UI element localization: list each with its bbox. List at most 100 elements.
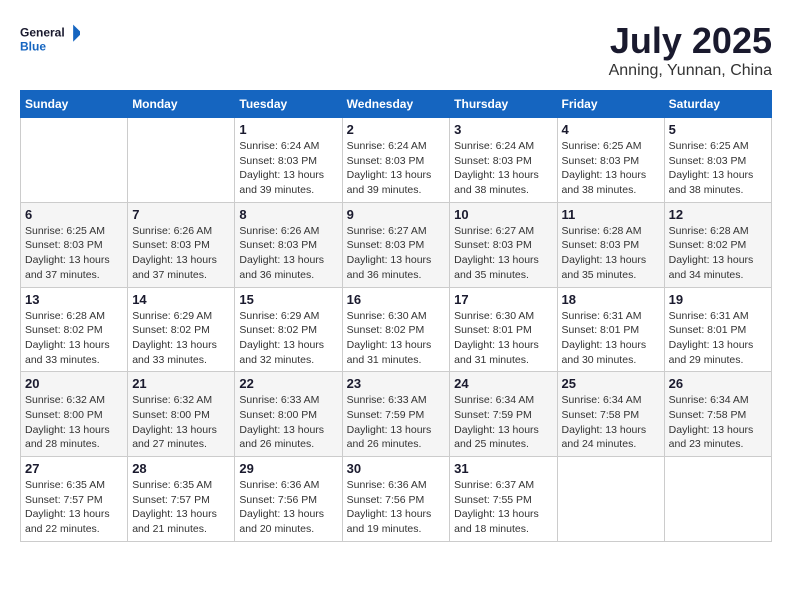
calendar-table: SundayMondayTuesdayWednesdayThursdayFrid…	[20, 90, 772, 542]
day-info: Sunrise: 6:36 AM Sunset: 7:56 PM Dayligh…	[347, 478, 446, 537]
day-number: 17	[454, 292, 552, 307]
location: Anning, Yunnan, China	[609, 62, 772, 80]
weekday-header-friday: Friday	[557, 91, 664, 118]
calendar-cell: 20 Sunrise: 6:32 AM Sunset: 8:00 PM Dayli…	[21, 372, 128, 457]
day-number: 24	[454, 376, 552, 391]
day-info: Sunrise: 6:24 AM Sunset: 8:03 PM Dayligh…	[454, 139, 552, 198]
week-row-1: 1Sunrise: 6:24 AM Sunset: 8:03 PM Daylig…	[21, 118, 772, 203]
calendar-cell: 21Sunrise: 6:32 AM Sunset: 8:00 PM Dayli…	[128, 372, 235, 457]
day-info: Sunrise: 6:25 AM Sunset: 8:03 PM Dayligh…	[669, 139, 767, 198]
calendar-cell: 28Sunrise: 6:35 AM Sunset: 7:57 PM Dayli…	[128, 457, 235, 542]
calendar-cell: 19 Sunrise: 6:31 AM Sunset: 8:01 PM Dayli…	[664, 287, 771, 372]
weekday-header-monday: Monday	[128, 91, 235, 118]
day-info: Sunrise: 6:37 AM Sunset: 7:55 PM Dayligh…	[454, 478, 552, 537]
logo-svg: General Blue	[20, 20, 80, 60]
page-header: General Blue July 2025 Anning, Yunnan, C…	[20, 20, 772, 80]
day-info: Sunrise: 6:33 AM Sunset: 8:00 PM Dayligh…	[239, 393, 337, 452]
logo: General Blue	[20, 20, 80, 60]
day-number: 28	[132, 461, 230, 476]
weekday-header-tuesday: Tuesday	[235, 91, 342, 118]
calendar-cell: 13 Sunrise: 6:28 AM Sunset: 8:02 PM Dayli…	[21, 287, 128, 372]
svg-text:General: General	[20, 26, 65, 40]
day-info: Sunrise: 6:31 AM Sunset: 8:01 PM Dayligh…	[562, 309, 660, 368]
calendar-cell	[128, 118, 235, 203]
weekday-header-sunday: Sunday	[21, 91, 128, 118]
day-number: 10	[454, 207, 552, 222]
calendar-cell: 2 Sunrise: 6:24 AM Sunset: 8:03 PM Daylig…	[342, 118, 450, 203]
day-number: 7	[132, 207, 230, 222]
title-block: July 2025 Anning, Yunnan, China	[609, 20, 772, 80]
day-number: 18	[562, 292, 660, 307]
day-info: Sunrise: 6:34 AM Sunset: 7:58 PM Dayligh…	[669, 393, 767, 452]
day-info: Sunrise: 6:25 AM Sunset: 8:03 PM Dayligh…	[25, 224, 123, 283]
calendar-cell: 10 Sunrise: 6:27 AM Sunset: 8:03 PM Dayli…	[450, 202, 557, 287]
week-row-5: 27 Sunrise: 6:35 AM Sunset: 7:57 PM Dayli…	[21, 457, 772, 542]
day-number: 20	[25, 376, 123, 391]
day-number: 14	[132, 292, 230, 307]
calendar-cell: 16 Sunrise: 6:30 AM Sunset: 8:02 PM Dayli…	[342, 287, 450, 372]
calendar-cell: 25 Sunrise: 6:34 AM Sunset: 7:58 PM Dayli…	[557, 372, 664, 457]
weekday-header-row: SundayMondayTuesdayWednesdayThursdayFrid…	[21, 91, 772, 118]
day-info: Sunrise: 6:34 AM Sunset: 7:59 PM Dayligh…	[454, 393, 552, 452]
day-number: 9	[347, 207, 446, 222]
calendar-cell: 17Sunrise: 6:30 AM Sunset: 8:01 PM Dayli…	[450, 287, 557, 372]
calendar-cell: 31 Sunrise: 6:37 AM Sunset: 7:55 PM Dayli…	[450, 457, 557, 542]
calendar-cell: 24 Sunrise: 6:34 AM Sunset: 7:59 PM Dayli…	[450, 372, 557, 457]
week-row-3: 13 Sunrise: 6:28 AM Sunset: 8:02 PM Dayli…	[21, 287, 772, 372]
day-info: Sunrise: 6:35 AM Sunset: 7:57 PM Dayligh…	[25, 478, 123, 537]
calendar-cell	[21, 118, 128, 203]
day-info: Sunrise: 6:31 AM Sunset: 8:01 PM Dayligh…	[669, 309, 767, 368]
day-number: 31	[454, 461, 552, 476]
week-row-4: 20 Sunrise: 6:32 AM Sunset: 8:00 PM Dayli…	[21, 372, 772, 457]
calendar-cell: 23Sunrise: 6:33 AM Sunset: 7:59 PM Dayli…	[342, 372, 450, 457]
month-year: July 2025	[609, 20, 772, 62]
calendar-cell: 29Sunrise: 6:36 AM Sunset: 7:56 PM Dayli…	[235, 457, 342, 542]
day-number: 27	[25, 461, 123, 476]
calendar-cell: 14 Sunrise: 6:29 AM Sunset: 8:02 PM Dayli…	[128, 287, 235, 372]
day-number: 2	[347, 122, 446, 137]
weekday-header-wednesday: Wednesday	[342, 91, 450, 118]
calendar-cell	[557, 457, 664, 542]
day-number: 6	[25, 207, 123, 222]
day-number: 3	[454, 122, 552, 137]
day-info: Sunrise: 6:28 AM Sunset: 8:02 PM Dayligh…	[669, 224, 767, 283]
day-info: Sunrise: 6:25 AM Sunset: 8:03 PM Dayligh…	[562, 139, 660, 198]
day-number: 4	[562, 122, 660, 137]
day-info: Sunrise: 6:27 AM Sunset: 8:03 PM Dayligh…	[347, 224, 446, 283]
calendar-cell: 30Sunrise: 6:36 AM Sunset: 7:56 PM Dayli…	[342, 457, 450, 542]
day-number: 23	[347, 376, 446, 391]
day-info: Sunrise: 6:34 AM Sunset: 7:58 PM Dayligh…	[562, 393, 660, 452]
calendar-cell: 9 Sunrise: 6:27 AM Sunset: 8:03 PM Daylig…	[342, 202, 450, 287]
day-info: Sunrise: 6:30 AM Sunset: 8:02 PM Dayligh…	[347, 309, 446, 368]
day-number: 29	[239, 461, 337, 476]
day-info: Sunrise: 6:29 AM Sunset: 8:02 PM Dayligh…	[132, 309, 230, 368]
week-row-2: 6 Sunrise: 6:25 AM Sunset: 8:03 PM Daylig…	[21, 202, 772, 287]
calendar-cell: 4 Sunrise: 6:25 AM Sunset: 8:03 PM Daylig…	[557, 118, 664, 203]
calendar-cell: 27 Sunrise: 6:35 AM Sunset: 7:57 PM Dayli…	[21, 457, 128, 542]
day-info: Sunrise: 6:28 AM Sunset: 8:03 PM Dayligh…	[562, 224, 660, 283]
calendar-cell: 8 Sunrise: 6:26 AM Sunset: 8:03 PM Daylig…	[235, 202, 342, 287]
calendar-cell: 5Sunrise: 6:25 AM Sunset: 8:03 PM Daylig…	[664, 118, 771, 203]
day-info: Sunrise: 6:26 AM Sunset: 8:03 PM Dayligh…	[239, 224, 337, 283]
day-info: Sunrise: 6:28 AM Sunset: 8:02 PM Dayligh…	[25, 309, 123, 368]
day-number: 25	[562, 376, 660, 391]
weekday-header-saturday: Saturday	[664, 91, 771, 118]
day-info: Sunrise: 6:27 AM Sunset: 8:03 PM Dayligh…	[454, 224, 552, 283]
calendar-cell	[664, 457, 771, 542]
calendar-cell: 1Sunrise: 6:24 AM Sunset: 8:03 PM Daylig…	[235, 118, 342, 203]
day-number: 8	[239, 207, 337, 222]
day-info: Sunrise: 6:29 AM Sunset: 8:02 PM Dayligh…	[239, 309, 337, 368]
day-info: Sunrise: 6:32 AM Sunset: 8:00 PM Dayligh…	[25, 393, 123, 452]
calendar-cell: 11 Sunrise: 6:28 AM Sunset: 8:03 PM Dayli…	[557, 202, 664, 287]
svg-text:Blue: Blue	[20, 39, 46, 53]
day-number: 12	[669, 207, 767, 222]
calendar-cell: 6 Sunrise: 6:25 AM Sunset: 8:03 PM Daylig…	[21, 202, 128, 287]
day-number: 21	[132, 376, 230, 391]
day-number: 19	[669, 292, 767, 307]
day-number: 13	[25, 292, 123, 307]
calendar-cell: 7Sunrise: 6:26 AM Sunset: 8:03 PM Daylig…	[128, 202, 235, 287]
day-info: Sunrise: 6:24 AM Sunset: 8:03 PM Dayligh…	[347, 139, 446, 198]
day-number: 11	[562, 207, 660, 222]
day-number: 15	[239, 292, 337, 307]
day-number: 16	[347, 292, 446, 307]
